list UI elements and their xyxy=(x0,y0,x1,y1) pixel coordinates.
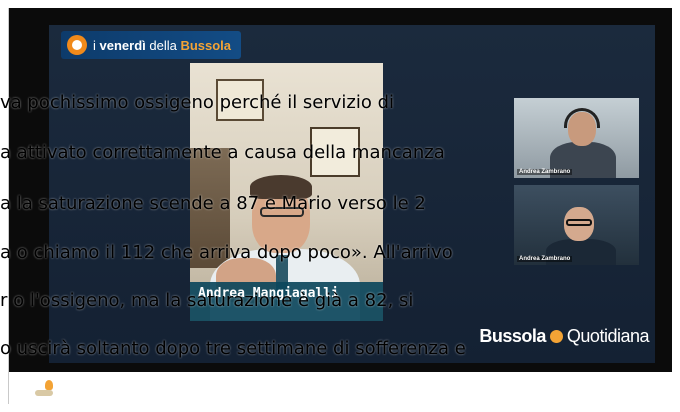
article-line: va pochissimo ossigeno perché il servizi… xyxy=(0,92,395,113)
compass-icon xyxy=(67,35,87,55)
article-line: a la saturazione scende a 87 e Mario ver… xyxy=(0,193,426,214)
article-line: r o l'ossigeno, ma la saturazione è già … xyxy=(0,290,414,311)
footer-strip xyxy=(9,372,672,404)
article-line: a attivato correttamente a causa della m… xyxy=(0,142,445,163)
brand-logo-venerdi: i venerdì della Bussola xyxy=(61,31,242,59)
brand-title: i venerdì della Bussola xyxy=(93,37,232,53)
site-logo-icon[interactable] xyxy=(31,380,59,398)
article-line: a o chiamo il 112 che arriva dopo poco».… xyxy=(0,242,453,263)
article-line: o uscirà soltanto dopo tre settimane di … xyxy=(0,338,466,359)
